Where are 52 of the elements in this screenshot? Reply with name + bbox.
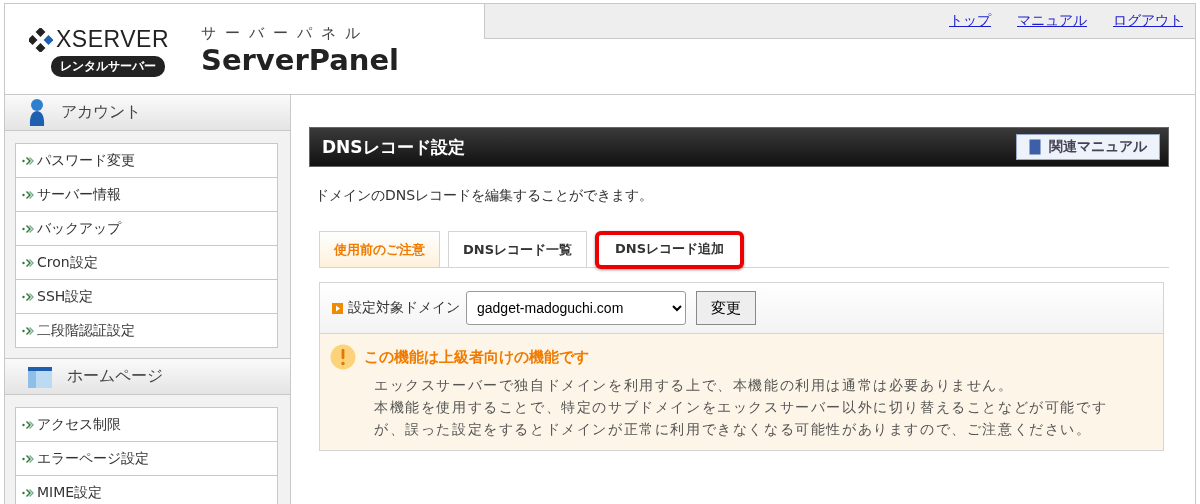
sidebar-item[interactable]: パスワード変更 — [16, 144, 277, 178]
arrow-icon — [22, 223, 34, 234]
sidebar-item-label: 二段階認証設定 — [37, 321, 135, 340]
notice-text: エックスサーバーで独自ドメインを利用する上で、本機能の利用は通常は必要ありません。 — [374, 376, 1015, 395]
arrow-icon — [22, 291, 34, 302]
sidebar-item-label: Cron設定 — [37, 253, 98, 272]
product-title: ServerPanel — [201, 43, 400, 77]
field-label: 設定対象ドメイン — [348, 299, 460, 317]
page-title: DNSレコード設定 — [322, 135, 465, 159]
arrow-icon — [22, 453, 34, 464]
arrow-icon — [22, 189, 34, 200]
notice-title: この機能は上級者向けの機能です — [364, 347, 589, 367]
diamond-logo-icon — [29, 27, 53, 52]
change-button[interactable]: 変更 — [696, 291, 756, 325]
sidebar-item[interactable]: アクセス制限 — [16, 408, 277, 442]
notice-text: 本機能を使用することで、特定のサブドメインをエックスサーバー以外に切り替えることなどが可能ですが、誤った設定をするとドメインが正常に利用できなくなる可能性がありますので、ご注意ください。 — [374, 398, 1109, 439]
brand-logo: XSERVER — [56, 26, 169, 53]
sidebar-item-label: パスワード変更 — [37, 151, 135, 170]
tab[interactable]: DNSレコード追加 — [595, 231, 745, 269]
sidebar-item[interactable]: SSH設定 — [16, 280, 277, 314]
nav-link[interactable]: トップ — [949, 12, 991, 30]
book-icon — [1029, 139, 1041, 155]
arrow-icon — [22, 325, 34, 336]
sidebar-item-label: バックアップ — [37, 219, 121, 238]
bullet-icon — [332, 302, 343, 314]
sidebar-item-label: SSH設定 — [37, 287, 94, 306]
product-subtitle: サーバーパネル — [201, 24, 370, 43]
tab[interactable]: DNSレコード一覧 — [448, 231, 588, 267]
sidebar-item-label: エラーページ設定 — [37, 449, 149, 468]
arrow-icon — [22, 419, 34, 430]
sidebar-item-label: MIME設定 — [37, 483, 103, 502]
sidebar-item[interactable]: 二段階認証設定 — [16, 314, 277, 347]
logo-badge: レンタルサーバー — [51, 56, 165, 77]
sidebar-item[interactable]: サーバー情報 — [16, 178, 277, 212]
description-text: ドメインのDNSレコードを編集することができます。 — [315, 187, 655, 205]
sidebar-item[interactable]: MIME設定 — [16, 476, 277, 504]
manual-button[interactable]: 関連マニュアル — [1016, 134, 1160, 160]
arrow-icon — [22, 155, 34, 166]
domain-select[interactable]: gadget-madoguchi.com — [466, 291, 686, 325]
arrow-icon — [22, 257, 34, 268]
sidebar-item-label: サーバー情報 — [37, 185, 121, 204]
nav-link[interactable]: マニュアル — [1017, 12, 1087, 30]
warning-icon — [330, 344, 356, 370]
sidebar-item-label: アクセス制限 — [37, 415, 121, 434]
nav-link[interactable]: ログアウト — [1113, 12, 1183, 30]
section-title: アカウント — [61, 102, 141, 123]
person-icon — [27, 97, 47, 128]
sidebar-item[interactable]: Cron設定 — [16, 246, 277, 280]
section-title: ホームページ — [67, 366, 163, 387]
sidebar-item[interactable]: バックアップ — [16, 212, 277, 246]
sidebar-item[interactable]: エラーページ設定 — [16, 442, 277, 476]
arrow-icon — [22, 487, 34, 498]
